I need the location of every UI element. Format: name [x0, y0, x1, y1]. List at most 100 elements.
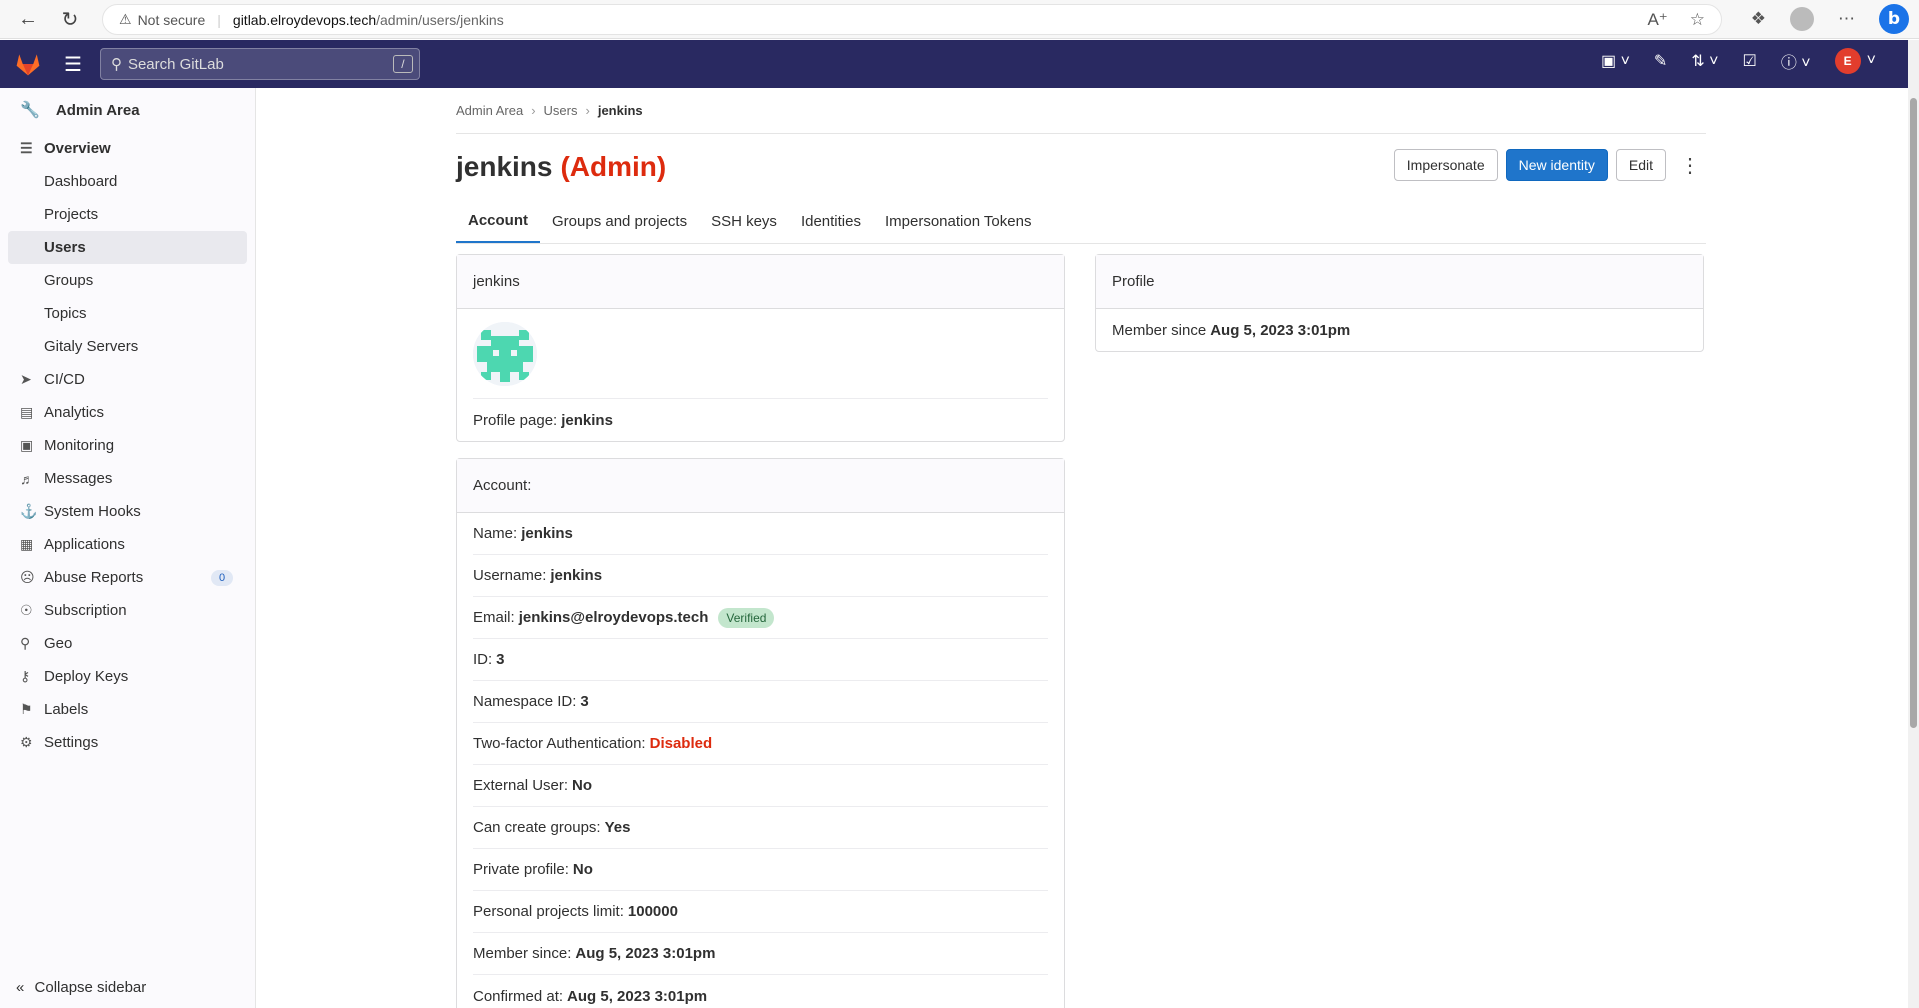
browser-profile-icon[interactable] — [1790, 7, 1814, 31]
sidebar-item-gitaly-servers[interactable]: Gitaly Servers — [0, 330, 255, 363]
breadcrumb-separator-icon: › — [585, 103, 590, 118]
search-input[interactable]: ⚲ Search GitLab / — [99, 48, 420, 80]
sidebar-item-users[interactable]: Users — [8, 231, 247, 264]
sidebar-item-topics[interactable]: Topics — [0, 297, 255, 330]
sidebar-header[interactable]: 🔧 Admin Area — [0, 88, 255, 132]
account-row-namespace-id: Namespace ID: 3 — [473, 681, 1048, 723]
not-secure-label: Not secure — [137, 11, 206, 28]
sidebar-item-deploy-keys[interactable]: ⚷ Deploy Keys — [0, 660, 255, 693]
rocket-icon: ➤ — [20, 371, 32, 387]
extensions-icon[interactable]: ❖ — [1751, 9, 1766, 29]
address-bar[interactable]: ⚠ Not secure | gitlab.elroydevops.tech/a… — [102, 4, 1722, 35]
key-icon: ⚷ — [20, 668, 31, 684]
user-card: jenkins Profile page: jenkins — [456, 254, 1065, 442]
two-factor-status: Disabled — [649, 735, 713, 752]
account-row-two-factor: Two-factor Authentication: Disabled — [473, 723, 1048, 765]
account-row-private-profile: Private profile: No — [473, 849, 1048, 891]
user-identicon-avatar[interactable] — [473, 321, 537, 386]
user-avatar[interactable]: E — [1834, 48, 1861, 74]
sidebar-item-labels[interactable]: ⚑ Labels — [0, 693, 255, 726]
breadcrumb-separator-icon: › — [531, 103, 536, 118]
sidebar-item-geo[interactable]: ⚲ Geo — [0, 627, 255, 660]
account-row-external-user: External User: No — [473, 765, 1048, 807]
sidebar-item-projects[interactable]: Projects — [0, 198, 255, 231]
account-row-can-create-groups: Can create groups: Yes — [473, 807, 1048, 849]
bing-icon[interactable]: b — [1879, 4, 1909, 34]
favorite-star-icon[interactable]: ☆ — [1690, 10, 1705, 30]
sidebar-item-system-hooks[interactable]: ⚓ System Hooks — [0, 495, 255, 528]
reload-icon[interactable]: ↻ — [54, 3, 86, 35]
breadcrumb-jenkins[interactable]: jenkins — [598, 103, 643, 118]
search-shortcut: / — [392, 55, 413, 73]
account-row-confirmed-at: Confirmed at: Aug 5, 2023 3:01pm — [473, 987, 708, 1005]
warning-icon: ⚠ — [119, 11, 132, 27]
url-path: /admin/users/jenkins — [376, 11, 504, 28]
merge-requests-icon[interactable]: ⇅ ˅ — [1691, 51, 1718, 71]
sidebar-item-abuse-reports[interactable]: ☹ Abuse Reports 0 — [0, 561, 255, 594]
search-icon: ⚲ — [110, 56, 122, 73]
new-identity-button[interactable]: New identity — [1505, 149, 1608, 181]
double-chevron-left-icon: « — [16, 979, 25, 996]
account-row-email: Email: jenkins@elroydevops.tech Verified — [473, 597, 1048, 639]
profile-member-since-row: Member since Aug 5, 2023 3:01pm — [1112, 321, 1351, 339]
sidebar-item-groups[interactable]: Groups — [0, 264, 255, 297]
profile-page-link[interactable]: jenkins — [561, 412, 613, 429]
page-title: jenkins (Admin) — [456, 151, 667, 182]
wrench-icon: 🔧 — [20, 102, 40, 119]
help-icon[interactable]: ⓘ ˅ — [1781, 49, 1811, 73]
profile-card-header: Profile — [1096, 255, 1703, 309]
browser-toolbar: ← ↻ ⚠ Not secure | gitlab.elroydevops.te… — [0, 0, 1919, 39]
breadcrumb-users[interactable]: Users — [544, 103, 578, 118]
tab-groups-and-projects[interactable]: Groups and projects — [540, 200, 699, 243]
more-actions-kebab-icon[interactable]: ⋮ — [1674, 149, 1706, 181]
account-row-name: Name: jenkins — [473, 513, 1048, 555]
tab-identities[interactable]: Identities — [789, 200, 873, 243]
collapse-sidebar-button[interactable]: « Collapse sidebar — [16, 979, 146, 996]
gitlab-top-nav: ☰ ⚲ Search GitLab / ▣ ˅ ✎ ⇅ ˅ ☑ ⓘ ˅ E ˅ — [0, 40, 1908, 88]
todos-icon[interactable]: ☑ — [1743, 51, 1757, 71]
account-card: Account: Name: jenkins Username: jenkins E… — [456, 458, 1065, 1008]
more-menu-icon[interactable]: ⋯ — [1838, 9, 1855, 29]
create-new-icon[interactable]: ▣ ˅ — [1601, 51, 1630, 71]
edit-button[interactable]: Edit — [1615, 149, 1666, 181]
location-icon: ⚲ — [20, 635, 31, 651]
chart-icon: ▤ — [20, 404, 34, 420]
email-link[interactable]: jenkins@elroydevops.tech — [519, 609, 709, 626]
scrollbar-thumb[interactable] — [1910, 98, 1917, 728]
sidebar-item-messages[interactable]: ♬ Messages — [0, 462, 255, 495]
issues-icon[interactable]: ✎ — [1654, 51, 1667, 71]
overview-icon: ☰ — [20, 140, 33, 156]
breadcrumb-admin-area[interactable]: Admin Area — [456, 103, 523, 118]
page-scrollbar[interactable] — [1908, 40, 1919, 1008]
tab-ssh-keys[interactable]: SSH keys — [699, 200, 789, 243]
gitlab-logo-icon[interactable] — [14, 50, 42, 78]
admin-sidebar: 🔧 Admin Area ☰ Overview Dashboard Projec… — [0, 88, 256, 1008]
sidebar-item-monitoring[interactable]: ▣ Monitoring — [0, 429, 255, 462]
chevron-down-icon[interactable]: ˅ — [1867, 52, 1876, 70]
label-icon: ⚑ — [20, 701, 33, 717]
read-aloud-icon[interactable]: A⁺ — [1647, 10, 1667, 30]
profile-card: Profile Member since Aug 5, 2023 3:01pm — [1095, 254, 1704, 352]
abuse-reports-count: 0 — [211, 570, 233, 586]
impersonate-button[interactable]: Impersonate — [1393, 149, 1498, 181]
hamburger-menu-icon[interactable]: ☰ — [64, 52, 82, 77]
tab-account[interactable]: Account — [456, 200, 540, 243]
abuse-icon: ☹ — [20, 569, 35, 585]
admin-tag: (Admin) — [560, 151, 667, 182]
user-card-header: jenkins — [457, 255, 1064, 309]
sidebar-item-analytics[interactable]: ▤ Analytics — [0, 396, 255, 429]
back-arrow-icon[interactable]: ← — [12, 3, 44, 35]
sidebar-item-applications[interactable]: ▦ Applications — [0, 528, 255, 561]
subscription-icon: ☉ — [20, 602, 33, 618]
sidebar-item-subscription[interactable]: ☉ Subscription — [0, 594, 255, 627]
monitor-icon: ▣ — [20, 437, 34, 453]
tab-impersonation-tokens[interactable]: Impersonation Tokens — [873, 200, 1043, 243]
sidebar-item-dashboard[interactable]: Dashboard — [0, 165, 255, 198]
page-header: jenkins (Admin) Impersonate New identity … — [456, 134, 1706, 200]
user-tabs: Account Groups and projects SSH keys Ide… — [456, 200, 1706, 244]
sidebar-item-cicd[interactable]: ➤ CI/CD — [0, 363, 255, 396]
account-row-username: Username: jenkins — [473, 555, 1048, 597]
account-row-projects-limit: Personal projects limit: 100000 — [473, 891, 1048, 933]
sidebar-item-settings[interactable]: ⚙ Settings — [0, 726, 255, 759]
sidebar-item-overview[interactable]: ☰ Overview — [0, 132, 255, 165]
